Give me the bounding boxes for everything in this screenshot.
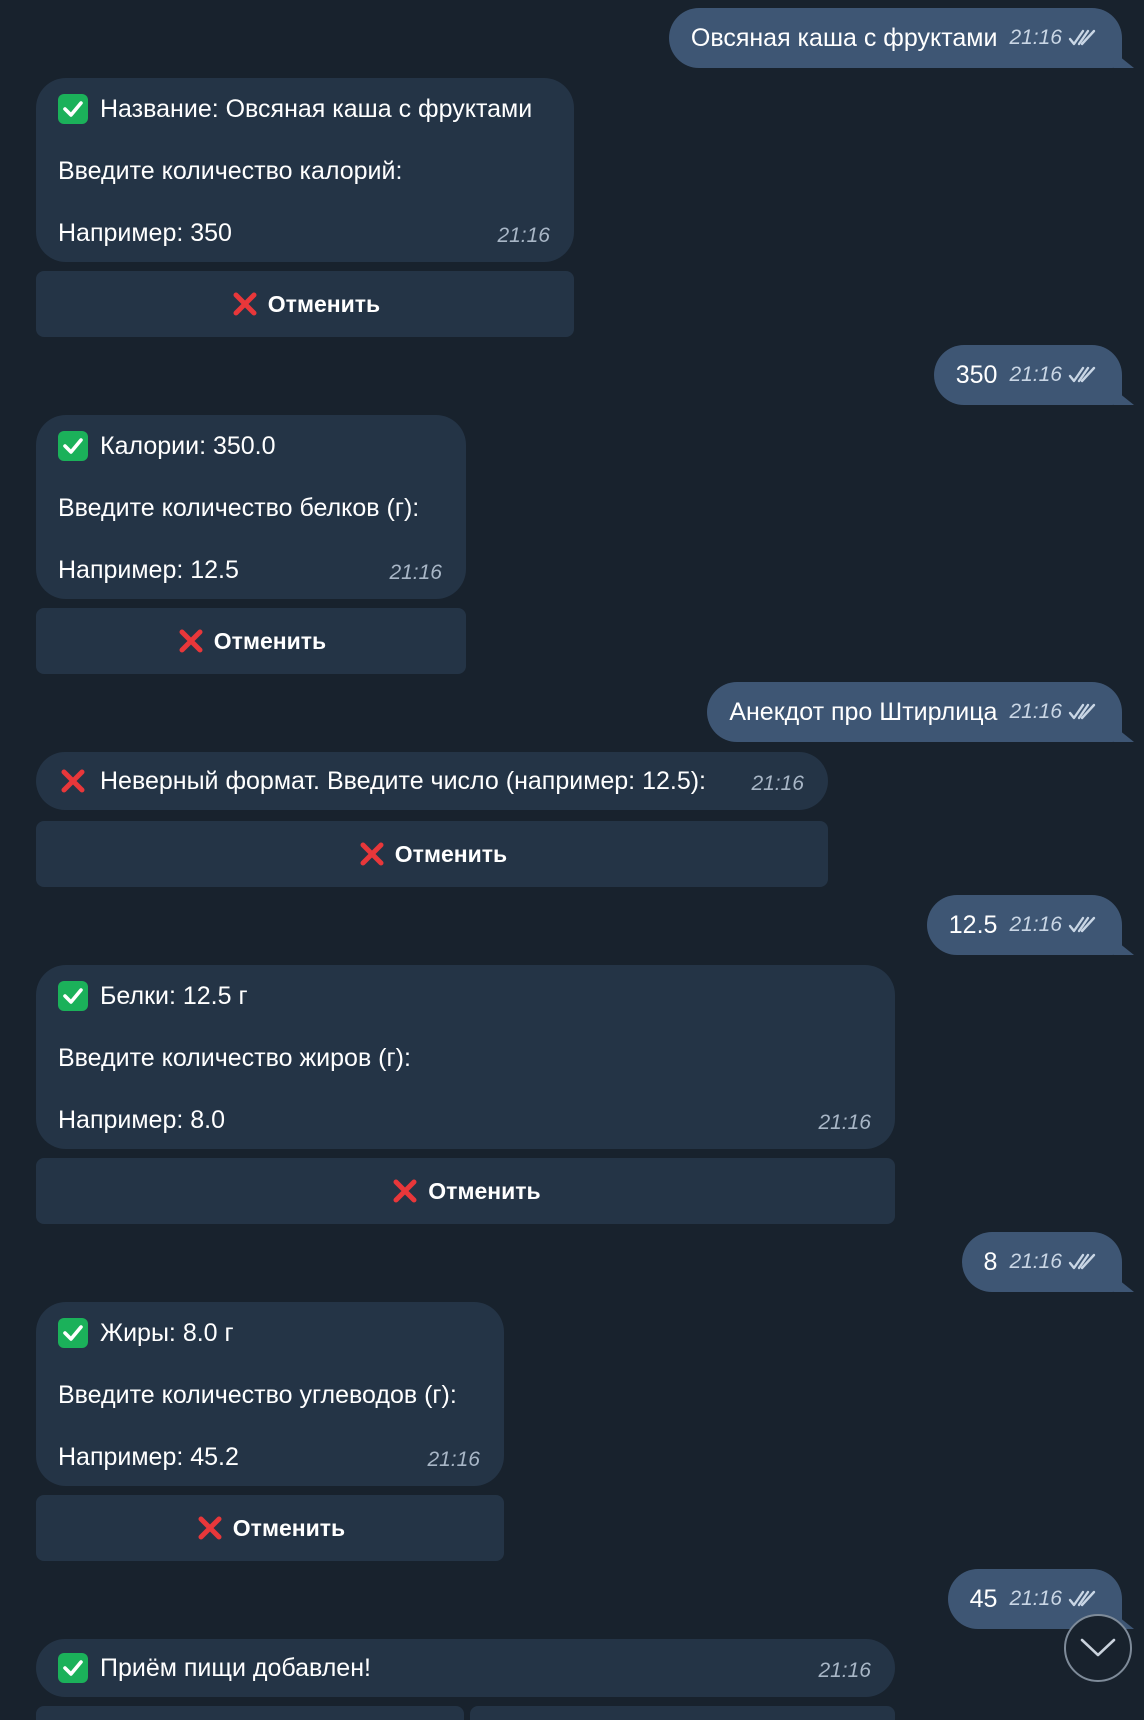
message-time: 21:16 xyxy=(818,1111,871,1134)
inline-keyboard-button[interactable] xyxy=(470,1706,895,1720)
outgoing-message[interactable]: 12.5 21:16 xyxy=(926,895,1135,955)
chat-history[interactable]: Овсяная каша с фруктами 21:16 Название: … xyxy=(0,0,1144,1720)
double-check-icon xyxy=(1068,703,1096,721)
message-line: Жиры: 8.0 г xyxy=(100,1318,234,1347)
cancel-button[interactable]: Отменить xyxy=(36,608,466,674)
cancel-button-label: Отменить xyxy=(232,1514,346,1541)
cancel-button[interactable]: Отменить xyxy=(36,821,828,887)
cross-mark-icon xyxy=(195,1513,225,1543)
incoming-message: Белки: 12.5 г Введите количество жиров (… xyxy=(36,965,895,1149)
message-line: Введите количество жиров (г): xyxy=(58,1043,411,1072)
outgoing-message[interactable]: 350 21:16 xyxy=(933,345,1135,405)
double-check-icon xyxy=(1068,29,1096,47)
message-line: Калории: 350.0 xyxy=(100,431,276,460)
message-time: 21:16 xyxy=(497,224,550,247)
message-text: 350 xyxy=(955,360,998,389)
message-time: 21:16 xyxy=(427,1448,480,1471)
message-text: Анекдот про Штирлица xyxy=(729,697,998,726)
message-time: 21:16 xyxy=(1009,363,1062,386)
incoming-message: Жиры: 8.0 г Введите количество углеводов… xyxy=(36,1302,504,1486)
check-mark-icon xyxy=(58,94,88,124)
incoming-message: Название: Овсяная каша с фруктами Введит… xyxy=(36,78,574,262)
cross-mark-icon xyxy=(176,626,206,656)
incoming-message: Неверный формат. Введите число (например… xyxy=(36,752,828,810)
message-text: 12.5 xyxy=(948,910,998,939)
message-time: 21:16 xyxy=(1009,1587,1062,1610)
outgoing-message[interactable]: Анекдот про Штирлица 21:16 xyxy=(707,682,1134,742)
message-line: Например: 12.5 xyxy=(58,555,239,584)
message-time: 21:16 xyxy=(1009,913,1062,936)
cancel-button[interactable]: Отменить xyxy=(36,1495,504,1561)
message-time: 21:16 xyxy=(1009,1250,1062,1273)
message-text: Овсяная каша с фруктами xyxy=(690,23,998,52)
incoming-message: Калории: 350.0 Введите количество белков… xyxy=(36,415,466,599)
double-check-icon xyxy=(1068,1590,1096,1608)
message-text: 45 xyxy=(969,1584,998,1613)
inline-keyboard-button[interactable] xyxy=(36,1706,464,1720)
message-line: Название: Овсяная каша с фруктами xyxy=(100,94,533,123)
message-line: Белки: 12.5 г xyxy=(100,981,248,1010)
message-meta: 21:16 xyxy=(1009,26,1096,50)
message-line: Например: 8.0 xyxy=(58,1105,226,1134)
message-time: 21:16 xyxy=(751,772,804,795)
double-check-icon xyxy=(1068,366,1096,384)
message-time: 21:16 xyxy=(389,561,442,584)
chevron-down-icon xyxy=(1080,1638,1116,1657)
outgoing-message[interactable]: 8 21:16 xyxy=(961,1232,1135,1292)
cross-mark-icon xyxy=(230,289,260,319)
check-mark-icon xyxy=(58,1653,88,1683)
cancel-button-label: Отменить xyxy=(267,290,381,317)
message-time: 21:16 xyxy=(818,1659,871,1682)
cross-mark-icon xyxy=(58,766,88,796)
incoming-message: Приём пищи добавлен! 21:16 xyxy=(36,1639,895,1697)
cross-mark-icon xyxy=(390,1176,420,1206)
cancel-button-label: Отменить xyxy=(428,1177,541,1204)
message-line: Приём пищи добавлен! xyxy=(100,1653,371,1682)
message-time: 21:16 xyxy=(1009,700,1062,723)
message-line: Например: 45.2 xyxy=(58,1442,239,1471)
message-line: Введите количество белков (г): xyxy=(58,493,420,522)
cancel-button[interactable]: Отменить xyxy=(36,1158,895,1224)
cancel-button-label: Отменить xyxy=(213,627,327,654)
message-text: 8 xyxy=(983,1247,998,1276)
cancel-button[interactable]: Отменить xyxy=(36,271,574,337)
check-mark-icon xyxy=(58,431,88,461)
message-line: Введите количество калорий: xyxy=(58,156,403,185)
message-line: Неверный формат. Введите число (например… xyxy=(100,766,707,795)
cross-mark-icon xyxy=(357,839,387,869)
check-mark-icon xyxy=(58,1318,88,1348)
cancel-button-label: Отменить xyxy=(394,840,508,867)
double-check-icon xyxy=(1068,916,1096,934)
message-line: Например: 350 xyxy=(58,218,232,247)
check-mark-icon xyxy=(58,981,88,1011)
outgoing-message[interactable]: Овсяная каша с фруктами 21:16 xyxy=(668,8,1135,68)
scroll-down-button[interactable] xyxy=(1064,1614,1132,1682)
message-time: 21:16 xyxy=(1009,26,1062,49)
message-line: Введите количество углеводов (г): xyxy=(58,1380,457,1409)
double-check-icon xyxy=(1068,1253,1096,1271)
